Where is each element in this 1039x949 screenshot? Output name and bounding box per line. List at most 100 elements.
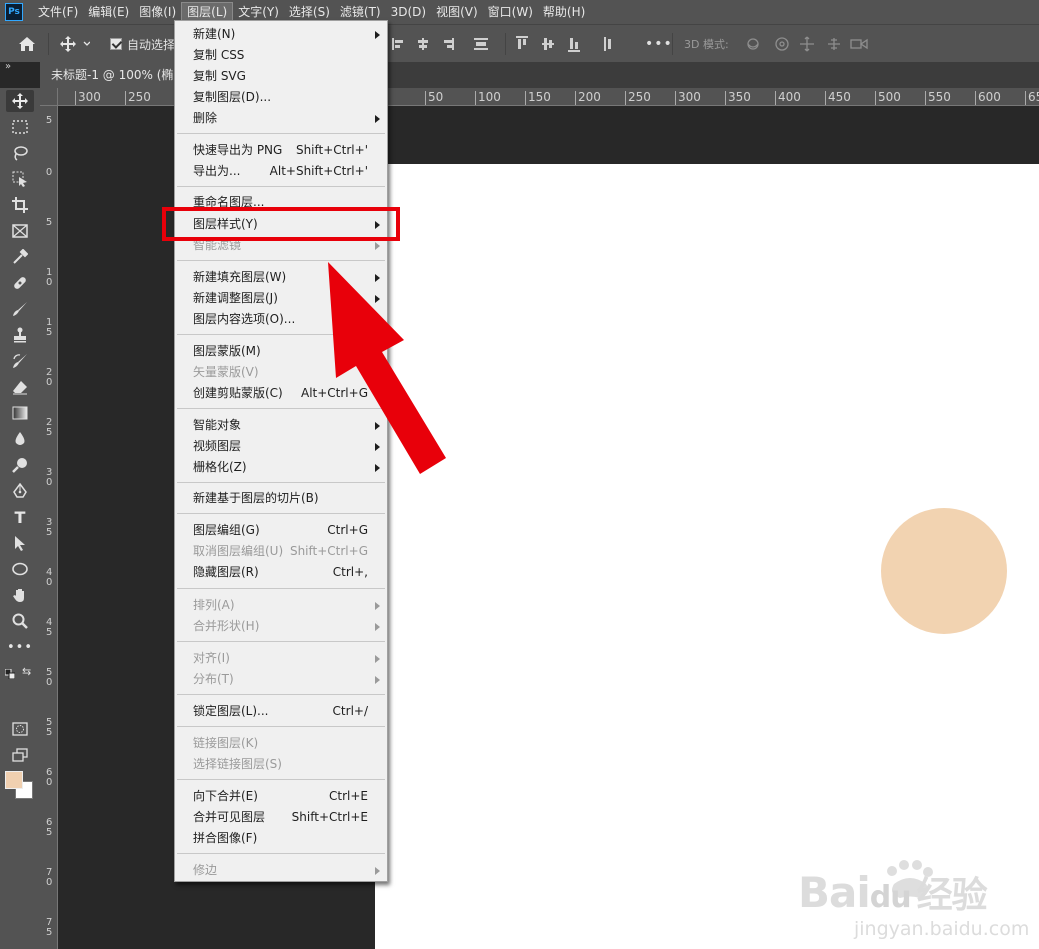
menu-item-hide-layers[interactable]: 隐藏图层(R) Ctrl+, — [175, 562, 387, 583]
swap-colors-icon[interactable]: ⇆ — [22, 666, 34, 678]
panel-collapse-icon[interactable]: » — [0, 62, 40, 74]
quick-mask-icon[interactable] — [6, 718, 34, 740]
ruler-tick: 5 0 — [46, 667, 53, 688]
menu-item-duplicate-layer[interactable]: 复制图层(D)... — [175, 87, 387, 108]
menu-item-new-layer-based-slice[interactable]: 新建基于图层的切片(B) — [175, 488, 387, 509]
menu-edit[interactable]: 编辑(E) — [83, 2, 134, 22]
frame-tool-icon[interactable] — [6, 220, 34, 242]
ruler-tick: 7 0 — [46, 867, 53, 888]
default-colors-icon[interactable] — [4, 668, 16, 680]
brush-tool-icon[interactable] — [6, 298, 34, 320]
home-icon[interactable] — [18, 25, 36, 63]
watermark-product: 经验 — [916, 875, 988, 916]
menu-file[interactable]: 文件(F) — [33, 2, 83, 22]
dodge-tool-icon[interactable] — [6, 454, 34, 476]
menu-item-lock-layers[interactable]: 锁定图层(L)... Ctrl+/ — [175, 701, 387, 722]
menu-separator — [177, 186, 385, 187]
watermark-brand-suffix: du — [869, 880, 912, 915]
eyedropper-tool-icon[interactable] — [6, 246, 34, 268]
ruler-tick: 4 0 — [46, 567, 53, 588]
menu-select[interactable]: 选择(S) — [284, 2, 335, 22]
menu-item-align: 对齐(I) — [175, 648, 387, 669]
menu-item-flatten-image[interactable]: 拼合图像(F) — [175, 828, 387, 849]
menu-item-ungroup-layers: 取消图层编组(U) Shift+Ctrl+G — [193, 544, 368, 558]
menu-filter[interactable]: 滤镜(T) — [335, 2, 386, 22]
ruler-tick: 400 — [775, 91, 801, 105]
menu-item-group-layers[interactable]: 图层编组(G) Ctrl+G — [175, 520, 387, 541]
menu-help[interactable]: 帮助(H) — [538, 2, 590, 22]
menu-separator — [177, 513, 385, 514]
ellipse-tool-icon[interactable] — [6, 558, 34, 580]
move-tool-preset-icon[interactable] — [60, 25, 90, 63]
ruler-tick: 50 — [425, 91, 443, 105]
menu-item-link-layers: 链接图层(K) — [193, 736, 259, 750]
ruler-tick: 5 5 — [46, 717, 53, 738]
zoom-tool-icon[interactable] — [6, 610, 34, 632]
ruler-tick: 5 — [45, 115, 53, 126]
menu-item-merge-visible[interactable]: 合并可见图层 Shift+Ctrl+E — [175, 807, 387, 828]
menu-item-quick-export-png[interactable]: 快速导出为 PNG Shift+Ctrl+' — [175, 140, 387, 161]
gradient-tool-icon[interactable] — [6, 402, 34, 424]
menu-item-arrange: 排列(A) — [175, 595, 387, 616]
vertical-ruler[interactable]: 5 0 5 1 0 1 5 2 0 2 5 3 0 3 5 4 0 4 5 5 … — [40, 106, 58, 949]
menu-image[interactable]: 图像(I) — [134, 2, 181, 22]
ruler-tick: 2 0 — [46, 367, 53, 388]
menu-separator — [177, 726, 385, 727]
ruler-tick: 7 5 — [46, 917, 53, 938]
ruler-tick: 4 5 — [46, 617, 53, 638]
menu-item-copy-css[interactable]: 复制 CSS — [175, 45, 387, 66]
move-tool-icon[interactable] — [6, 90, 34, 112]
menu-type[interactable]: 文字(Y) — [233, 2, 284, 22]
pen-tool-icon[interactable] — [6, 480, 34, 502]
blur-tool-icon[interactable] — [6, 428, 34, 450]
auto-select-checkbox[interactable] — [110, 25, 122, 63]
ruler-tick: 5 — [45, 217, 53, 228]
menu-separator — [177, 588, 385, 589]
lasso-tool-icon[interactable] — [6, 142, 34, 164]
screen-mode-icon[interactable] — [6, 744, 34, 766]
menu-bar: Ps 文件(F) 编辑(E) 图像(I) 图层(L) 文字(Y) 选择(S) 滤… — [0, 0, 1039, 24]
document-tab[interactable]: 未标题-1 @ 100% (椭圆 — [40, 62, 180, 88]
clone-stamp-icon[interactable] — [6, 324, 34, 346]
history-brush-icon[interactable] — [6, 350, 34, 372]
menu-view[interactable]: 视图(V) — [431, 2, 483, 22]
marquee-tool-icon[interactable] — [6, 116, 34, 138]
ruler-tick: 1 0 — [46, 267, 53, 288]
object-select-tool-icon[interactable] — [6, 168, 34, 190]
type-tool-icon[interactable]: T — [6, 506, 34, 528]
crop-tool-icon[interactable] — [6, 194, 34, 216]
eraser-tool-icon[interactable] — [6, 376, 34, 398]
ruler-tick: 100 — [475, 91, 501, 105]
watermark-brand: Bai — [798, 868, 871, 917]
hand-tool-icon[interactable] — [6, 584, 34, 606]
distribute-icons[interactable] — [516, 25, 616, 63]
ruler-tick: 300 — [675, 91, 701, 105]
ruler-tick: 500 — [875, 91, 901, 105]
menu-item-merge-down[interactable]: 向下合并(E) Ctrl+E — [175, 786, 387, 807]
healing-brush-icon[interactable] — [6, 272, 34, 294]
3d-mode-icons[interactable] — [745, 25, 870, 63]
menu-separator — [177, 482, 385, 483]
document-canvas[interactable] — [375, 164, 1039, 949]
ruler-tick: 450 — [825, 91, 851, 105]
foreground-color-swatch[interactable] — [5, 771, 23, 789]
ellipse-shape[interactable] — [881, 508, 1007, 634]
align-icons[interactable] — [392, 25, 492, 63]
menu-item-new[interactable]: 新建(N) — [175, 24, 387, 45]
ruler-origin[interactable] — [40, 88, 58, 106]
options-divider — [48, 33, 49, 55]
menu-item-select-linked-layers: 选择链接图层(S) — [193, 757, 282, 771]
baidu-watermark: Baidu 经验 jingyan.baidu.com — [796, 858, 1029, 948]
3d-mode-label: 3D 模式: — [684, 38, 729, 51]
more-options-button[interactable]: ••• — [645, 25, 673, 63]
path-select-icon[interactable] — [6, 532, 34, 554]
menu-separator — [177, 779, 385, 780]
menu-item-export-as[interactable]: 导出为... Alt+Shift+Ctrl+' — [175, 161, 387, 182]
menu-item-copy-svg[interactable]: 复制 SVG — [175, 66, 387, 87]
menu-3d[interactable]: 3D(D) — [386, 2, 431, 22]
ruler-tick: 3 5 — [46, 517, 53, 538]
more-tools-icon[interactable]: ••• — [6, 636, 34, 658]
menu-item-delete[interactable]: 删除 — [175, 108, 387, 129]
menu-window[interactable]: 窗口(W) — [483, 2, 538, 22]
menu-layer[interactable]: 图层(L) — [181, 2, 234, 22]
